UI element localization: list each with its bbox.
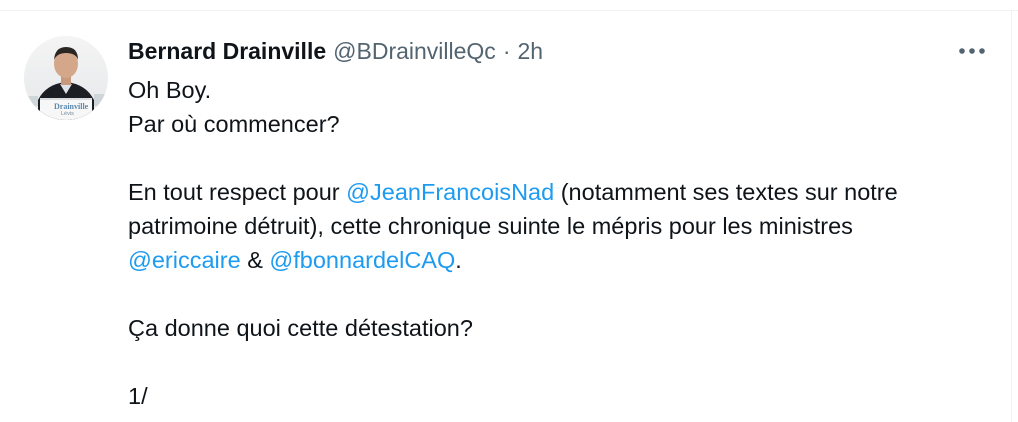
author-display-name[interactable]: Bernard Drainville (128, 35, 326, 67)
tweet-header: Bernard Drainville @BDrainvilleQc · 2h (128, 35, 543, 67)
tweet-line: @ericcaire & @fbonnardelCAQ. (128, 243, 998, 277)
tweet-timestamp[interactable]: 2h (517, 35, 543, 67)
tweet-text-segment: 1/ (128, 383, 148, 409)
tweet-line: 1/ (128, 379, 998, 413)
tweet-text-segment: Par où commencer? (128, 111, 340, 137)
author-avatar[interactable]: Drainville Lévis (24, 36, 108, 120)
tweet-text-segment: Oh Boy. (128, 77, 212, 103)
mention-link-jeanfrancoisnad[interactable]: @JeanFrancoisNad (346, 179, 554, 205)
tweet-line: Ça donne quoi cette détestation? (128, 311, 998, 345)
tweet-line: patrimoine détruit), cette chronique sui… (128, 209, 998, 243)
tweet-line: Par où commencer? (128, 107, 998, 141)
tweet-text-segment: . (455, 247, 462, 273)
tweet-text-segment: patrimoine détruit), cette chronique sui… (128, 213, 853, 239)
avatar-banner-text: Drainville (54, 102, 89, 111)
header-separator: · (502, 38, 511, 64)
right-divider (1011, 10, 1012, 422)
more-options-button[interactable] (952, 37, 992, 65)
tweet[interactable]: Drainville Lévis Bernard Drainville @BDr… (0, 11, 1011, 422)
tweet-text-segment: Ça donne quoi cette détestation? (128, 315, 473, 341)
tweet-text-segment: (notamment ses textes sur notre (554, 179, 898, 205)
mention-link-fbonnardelcaq[interactable]: @fbonnardelCAQ (269, 247, 455, 273)
tweet-text-segment: & (240, 247, 270, 273)
tweet-text-segment: En tout respect pour (128, 179, 347, 205)
more-options-icon (959, 48, 985, 54)
author-handle[interactable]: @BDrainvilleQc (333, 35, 496, 67)
tweet-text: Oh Boy. Par où commencer? En tout respec… (128, 73, 998, 413)
avatar-banner-subtext: Lévis (61, 111, 74, 117)
tweet-line: En tout respect pour @JeanFrancoisNad (n… (128, 175, 998, 209)
tweet-line: Oh Boy. (128, 73, 998, 107)
mention-link-ericcaire[interactable]: @ericcaire (128, 247, 241, 273)
